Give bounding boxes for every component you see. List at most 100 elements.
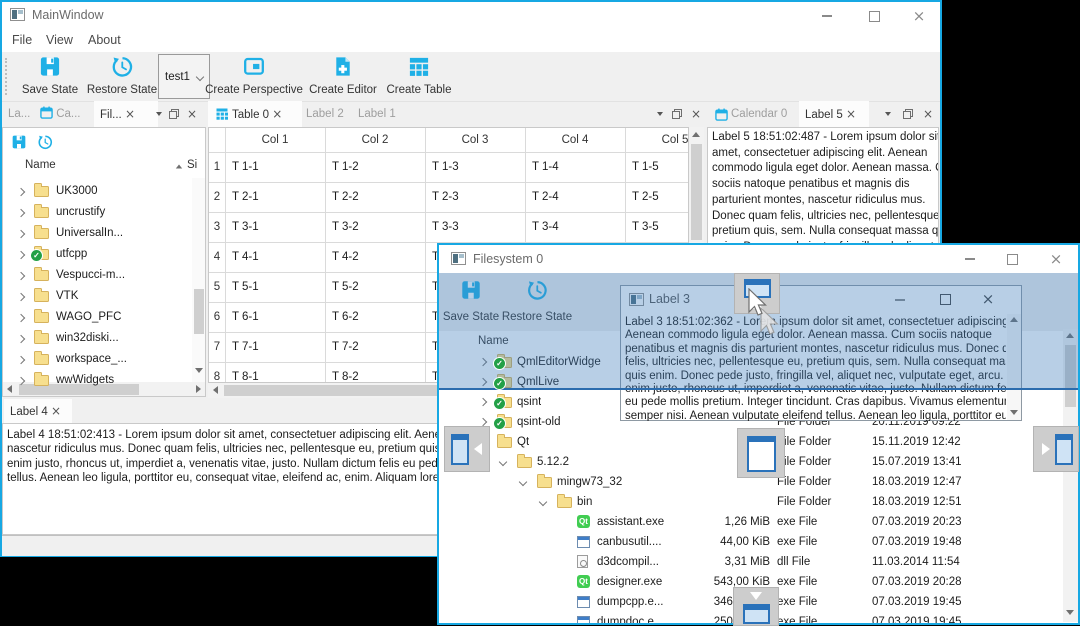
- dock-indicator-left[interactable]: [444, 426, 490, 472]
- chevron-right-icon[interactable]: [16, 355, 26, 365]
- table-cell[interactable]: T 8-1: [232, 362, 259, 382]
- tree-item[interactable]: uncrustify: [3, 202, 205, 223]
- table-cell[interactable]: T 5-1: [232, 272, 259, 302]
- tree-item[interactable]: workspace_...: [3, 349, 205, 370]
- restore-state-button[interactable]: Restore State: [84, 52, 160, 99]
- table-cell[interactable]: T 7-1: [232, 332, 259, 362]
- dock-indicator-right[interactable]: [1033, 426, 1079, 472]
- table-cell[interactable]: T 2-5: [632, 182, 659, 212]
- table-cell[interactable]: T 2-4: [532, 182, 559, 212]
- tab-table-0[interactable]: Table 0 ×: [208, 101, 302, 127]
- tree-item[interactable]: Vespucci-m...: [3, 265, 205, 286]
- create-table-button[interactable]: Create Table: [378, 52, 460, 99]
- dock-close-icon[interactable]: ×: [691, 107, 701, 121]
- table-cell[interactable]: T 3-5: [632, 212, 659, 242]
- table-cell[interactable]: T 2-2: [332, 182, 359, 212]
- table-cell[interactable]: T 4-1: [232, 242, 259, 272]
- row-header[interactable]: 4: [209, 242, 225, 272]
- tab-list-dropdown-icon[interactable]: [156, 112, 162, 116]
- table-cell[interactable]: T 4-2: [332, 242, 359, 272]
- chevron-right-icon[interactable]: [16, 187, 26, 197]
- tab-label-collapsed[interactable]: La...: [4, 101, 40, 127]
- tab-close-icon[interactable]: ×: [125, 107, 135, 121]
- table-cell[interactable]: T 1-4: [532, 152, 559, 182]
- table-cell[interactable]: T 1-5: [632, 152, 659, 182]
- tree-header-name[interactable]: Name: [25, 159, 56, 171]
- scroll-down-icon[interactable]: [1066, 610, 1074, 615]
- tab-label-2[interactable]: Label 2: [306, 101, 354, 127]
- column-header[interactable]: Col 1: [225, 128, 325, 152]
- table-cell[interactable]: T 3-2: [332, 212, 359, 242]
- scrollbar-thumb[interactable]: [691, 144, 702, 240]
- table-cell[interactable]: T 3-3: [432, 212, 459, 242]
- float-dock-icon[interactable]: [672, 109, 682, 119]
- tree-item[interactable]: UK3000: [3, 181, 205, 202]
- table-cell[interactable]: T 3-1: [232, 212, 259, 242]
- file-row[interactable]: Qt assistant.exe 1,26 MiB exe File 07.03.201…: [439, 512, 1078, 532]
- table-cell[interactable]: T 2-1: [232, 182, 259, 212]
- file-row[interactable]: d3dcompil... 3,31 MiB dll File 11.03.2014 1…: [439, 552, 1078, 572]
- chevron-right-icon[interactable]: [16, 292, 26, 302]
- tree-item[interactable]: win32diski...: [3, 328, 205, 349]
- tab-label-5[interactable]: Label 5 ×: [799, 101, 869, 127]
- chevron-down-icon[interactable]: [518, 477, 528, 487]
- table-cell[interactable]: T 1-2: [332, 152, 359, 182]
- chevron-right-icon[interactable]: [16, 271, 26, 281]
- tree-item[interactable]: ✓ utfcpp: [3, 244, 205, 265]
- table-cell[interactable]: T 6-1: [232, 302, 259, 332]
- row-header[interactable]: 1: [209, 152, 225, 182]
- file-row[interactable]: bin File Folder 18.03.2019 12:51: [439, 492, 1078, 512]
- file-row[interactable]: canbusutil.... 44,00 KiB exe File 07.03.201…: [439, 532, 1078, 552]
- tab-close-icon[interactable]: ×: [272, 107, 282, 121]
- tab-list-dropdown-icon[interactable]: [657, 112, 663, 116]
- column-header[interactable]: Col 5: [625, 128, 688, 152]
- tree-item[interactable]: UniversalIn...: [3, 223, 205, 244]
- chevron-right-icon[interactable]: [478, 397, 488, 407]
- tab-list-dropdown-icon[interactable]: [885, 112, 891, 116]
- chevron-right-icon[interactable]: [16, 250, 26, 260]
- menu-file[interactable]: File: [12, 28, 32, 52]
- minimize-button[interactable]: [806, 2, 848, 30]
- row-header[interactable]: 2: [209, 182, 225, 212]
- table-cell[interactable]: T 6-2: [332, 302, 359, 332]
- table-cell[interactable]: T 5-2: [332, 272, 359, 302]
- tab-label-1[interactable]: Label 1: [358, 101, 406, 127]
- chevron-right-icon[interactable]: [16, 313, 26, 323]
- chevron-down-icon[interactable]: [538, 497, 548, 507]
- row-header[interactable]: 5: [209, 272, 225, 302]
- tab-close-icon[interactable]: ×: [846, 107, 856, 121]
- dock-indicator-bottom[interactable]: [733, 587, 779, 626]
- column-header[interactable]: Col 4: [525, 128, 625, 152]
- column-header[interactable]: Col 2: [325, 128, 425, 152]
- tree-item[interactable]: VTK: [3, 286, 205, 307]
- maximize-button[interactable]: [853, 2, 895, 30]
- dock-close-icon[interactable]: ×: [923, 107, 933, 121]
- tab-calendar-collapsed[interactable]: Ca...: [40, 101, 92, 127]
- table-cell[interactable]: T 7-2: [332, 332, 359, 362]
- menu-about[interactable]: About: [88, 28, 121, 52]
- tab-filesystem[interactable]: Fil... ×: [94, 101, 158, 127]
- save-icon[interactable]: [11, 134, 27, 150]
- tab-calendar-0[interactable]: Calendar 0: [709, 101, 795, 127]
- tree-header-size[interactable]: Si: [187, 159, 197, 171]
- table-cell[interactable]: T 1-1: [232, 152, 259, 182]
- row-header[interactable]: 6: [209, 302, 225, 332]
- row-header[interactable]: 7: [209, 332, 225, 362]
- table-cell[interactable]: T 2-3: [432, 182, 459, 212]
- scroll-up-icon[interactable]: [692, 132, 700, 137]
- tree-item[interactable]: WAGO_PFC: [3, 307, 205, 328]
- tab-label-4[interactable]: Label 4 ×: [4, 399, 72, 423]
- dock-indicator-center[interactable]: [737, 428, 785, 478]
- scroll-down-icon[interactable]: [1010, 410, 1018, 415]
- close-button[interactable]: ×: [898, 2, 940, 30]
- chevron-down-icon[interactable]: [498, 457, 508, 467]
- chevron-right-icon[interactable]: [478, 417, 488, 427]
- tab-close-icon[interactable]: ×: [51, 404, 61, 418]
- chevron-right-icon[interactable]: [16, 229, 26, 239]
- column-header[interactable]: Col 3: [425, 128, 525, 152]
- table-cell[interactable]: T 3-4: [532, 212, 559, 242]
- chevron-right-icon[interactable]: [16, 376, 26, 386]
- table-cell[interactable]: T 8-2: [332, 362, 359, 382]
- table-cell[interactable]: T 1-3: [432, 152, 459, 182]
- restore-history-icon[interactable]: [37, 134, 53, 150]
